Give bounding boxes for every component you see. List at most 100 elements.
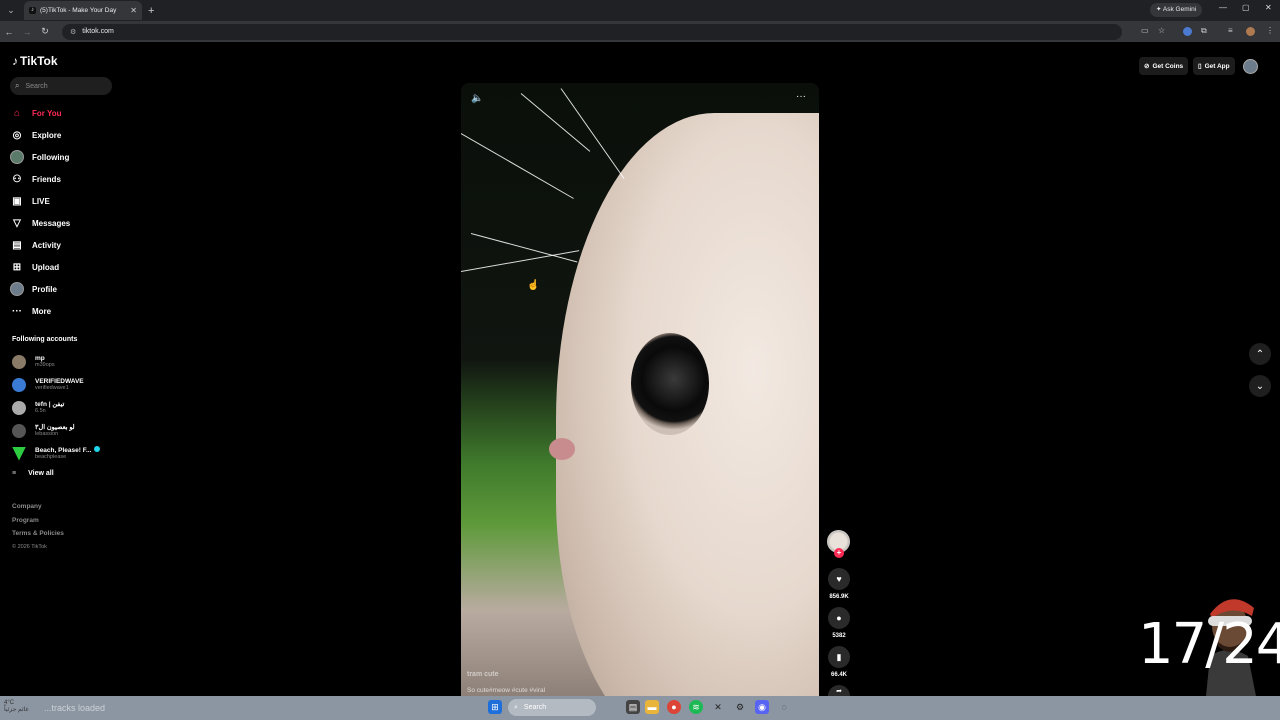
status-text: ...tracks loaded xyxy=(44,703,106,713)
forward-icon[interactable]: → xyxy=(18,27,36,37)
avatar[interactable] xyxy=(1243,59,1258,74)
close-window-button[interactable]: ✕ xyxy=(1265,3,1272,12)
minimize-button[interactable]: — xyxy=(1219,3,1227,12)
extensions-puzzle-icon[interactable]: ⧉ xyxy=(1201,26,1207,36)
taskbar-search-label: Search xyxy=(523,704,547,711)
get-app-button[interactable]: ▯ Get App xyxy=(1193,57,1235,75)
footer-link-program[interactable]: Program xyxy=(12,517,64,531)
more-icon: ··· xyxy=(12,305,22,317)
sidebar-item-friends[interactable]: ⚇ Friends xyxy=(10,168,70,190)
sidebar-item-label: LIVE xyxy=(32,196,50,206)
weather-widget[interactable]: 4°C غائم جزئياً xyxy=(4,700,29,714)
site-info-icon[interactable]: ⚙ xyxy=(70,28,76,36)
sidebar-item-profile[interactable]: Profile xyxy=(10,278,70,300)
browser-menu-icon[interactable]: ⋮ xyxy=(1266,26,1274,35)
sidebar-item-upload[interactable]: ⊞ Upload xyxy=(10,256,70,278)
sidebar-item-label: Upload xyxy=(32,262,60,272)
volume-icon[interactable]: 🔈 xyxy=(471,93,483,104)
sidebar-item-more[interactable]: ··· More xyxy=(10,300,70,322)
save-button[interactable]: ▮ xyxy=(828,646,850,668)
comment-button[interactable]: ● xyxy=(828,607,850,629)
account-name: tefn | تيفن xyxy=(35,400,65,408)
account-item[interactable]: mp m39ops xyxy=(12,350,100,373)
hand-cursor-icon: ☝ xyxy=(527,280,540,291)
share-icon: ➦ xyxy=(836,687,842,695)
video-more-icon[interactable]: ··· xyxy=(796,91,806,102)
get-coins-button[interactable]: ⊘ Get Coins xyxy=(1139,57,1189,75)
logo-text: TikTok xyxy=(20,54,58,68)
weather-temp: 4°C xyxy=(4,700,15,706)
search-placeholder: Search xyxy=(25,82,48,90)
tab-search-button[interactable]: ⌄ xyxy=(2,2,20,20)
view-all-button[interactable]: ≡ View all xyxy=(12,470,54,477)
account-handle: m39ops xyxy=(35,361,55,368)
previous-video-button[interactable]: ⌃ xyxy=(1249,343,1271,365)
ask-gemini-label: Ask Gemini xyxy=(1162,6,1197,13)
video-caption: tram cute xyxy=(467,671,499,678)
video-hashtags[interactable]: So cute#meow #cute #viral xyxy=(467,687,545,694)
sidebar-item-for-you[interactable]: ⌂ For You xyxy=(10,102,70,124)
media-control-icon[interactable]: ≡ xyxy=(1228,26,1233,35)
windows-start-icon[interactable]: ⊞ xyxy=(488,700,502,714)
chevron-up-icon: ⌃ xyxy=(1255,348,1265,360)
phone-icon: ▯ xyxy=(1198,63,1202,70)
sidebar-item-activity[interactable]: ▤ Activity xyxy=(10,234,70,256)
chrome-icon[interactable]: ● xyxy=(667,700,681,714)
browser-tab[interactable]: ♪ (5)TikTok - Make Your Day ✕ xyxy=(24,1,142,20)
avatar xyxy=(12,377,26,392)
account-item[interactable]: VERIFIEDWAVE verifiedwave1 xyxy=(12,373,100,396)
whisker-line xyxy=(520,93,591,152)
bookmark-star-icon[interactable]: ☆ xyxy=(1158,26,1165,35)
maximize-button[interactable]: ▢ xyxy=(1242,3,1250,12)
footer-link-terms[interactable]: Terms & Policies xyxy=(12,530,64,544)
new-tab-button[interactable]: + xyxy=(148,5,154,17)
whisker-line xyxy=(461,133,574,199)
follow-plus-icon[interactable]: + xyxy=(834,548,844,558)
sidebar-item-following[interactable]: Following xyxy=(10,146,70,168)
sidebar-item-live[interactable]: ▣ LIVE xyxy=(10,190,70,212)
browser-profile-avatar[interactable] xyxy=(1246,27,1255,36)
tab-close-icon[interactable]: ✕ xyxy=(130,6,137,15)
next-video-button[interactable]: ⌄ xyxy=(1249,375,1271,397)
taskbar-search[interactable]: ⌕ Search xyxy=(508,699,596,716)
spotify-icon[interactable]: ≋ xyxy=(689,700,703,714)
account-name: mp xyxy=(35,354,45,362)
sidebar-item-label: Messages xyxy=(32,218,71,228)
url-text: tiktok.com xyxy=(82,28,114,35)
discord-icon[interactable]: ◉ xyxy=(755,700,769,714)
folder-icon[interactable]: ▬ xyxy=(645,700,659,714)
sidebar-item-label: Following xyxy=(32,152,70,162)
avatar xyxy=(12,446,26,461)
home-icon: ⌂ xyxy=(13,107,21,119)
account-item[interactable]: tefn | تيفن 6.5n xyxy=(12,396,100,419)
reload-icon[interactable]: ↻ xyxy=(36,26,54,37)
avatar xyxy=(12,400,26,415)
footer-link-company[interactable]: Company xyxy=(12,503,64,517)
file-icon[interactable]: ▤ xyxy=(626,700,640,714)
back-icon[interactable]: ← xyxy=(0,27,18,37)
extension-icon[interactable] xyxy=(1183,27,1192,36)
messages-icon: ▽ xyxy=(13,217,21,229)
following-accounts-title: Following accounts xyxy=(12,336,78,343)
cast-icon[interactable]: ▭ xyxy=(1141,26,1149,35)
obs-icon[interactable]: ◌ xyxy=(777,700,791,714)
sidebar-item-explore[interactable]: ◎ Explore xyxy=(10,124,70,146)
sidebar-item-messages[interactable]: ▽ Messages xyxy=(10,212,70,234)
search-input[interactable]: ⌕ Search xyxy=(10,77,112,95)
tiktok-logo[interactable]: ♪ TikTok xyxy=(12,54,58,68)
url-bar[interactable]: ⚙ tiktok.com xyxy=(62,23,1122,40)
following-accounts-list: mp m39ops VERIFIEDWAVE verifiedwave1 tefn … xyxy=(12,350,101,465)
account-item[interactable]: Beach, Please! F... beachplease xyxy=(12,442,101,465)
game-icon[interactable]: ⚙ xyxy=(733,700,747,714)
video-player[interactable]: 🔈 ··· tram cute So cute#meow #cute #vira… xyxy=(461,83,819,696)
save-count: 66.4K xyxy=(830,672,847,678)
xbox-icon[interactable]: ✕ xyxy=(711,700,725,714)
like-button[interactable]: ♥ xyxy=(828,568,850,590)
cat-eye-shape xyxy=(631,333,709,435)
account-item[interactable]: لو بعصيون ال٣ lebassion xyxy=(12,419,100,442)
share-button[interactable]: ➦ xyxy=(828,685,850,696)
cat-nose-shape xyxy=(549,438,575,460)
tiktok-note-icon: ♪ xyxy=(12,54,18,68)
sidebar-item-label: For You xyxy=(32,108,62,118)
ask-gemini-button[interactable]: ✦ Ask Gemini xyxy=(1150,3,1203,17)
